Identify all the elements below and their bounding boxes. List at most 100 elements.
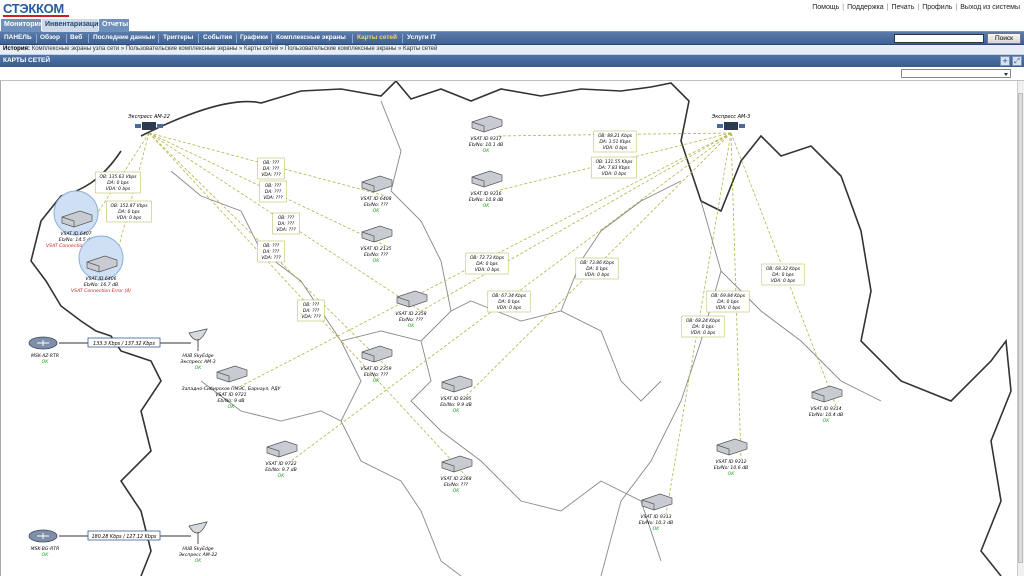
link-label: OB: 67.34 KbpsDA: 0 bpsVDA: 0 bps	[487, 290, 531, 313]
submenu-maps[interactable]: Карты сетей	[357, 34, 397, 41]
link-label-text: DA: ???	[263, 166, 280, 172]
profile-link[interactable]: Профиль	[922, 4, 952, 11]
vsat-status: OK	[453, 408, 461, 414]
vsat-label: VSAT ID 9312	[715, 459, 746, 465]
tab-reports[interactable]: Отчеты	[99, 19, 129, 32]
link-label-text: DA: 0 bps	[476, 261, 498, 267]
link-label-text: VDA: 0 bps	[602, 171, 627, 177]
support-link[interactable]: Поддержка	[847, 4, 884, 11]
map-select[interactable]	[901, 69, 1011, 78]
logout-link[interactable]: Выход из системы	[960, 4, 1020, 11]
tab-inventory[interactable]: Инвентаризация	[42, 19, 102, 32]
region-border	[30, 81, 1012, 576]
submenu-graphs[interactable]: Графики	[240, 34, 268, 41]
link-label: OB: 152.87 VbpsDA: 0 bpsVDA: 0 bps	[106, 200, 152, 223]
vsat-status: VSAT Connection Error (4)	[71, 288, 131, 294]
link-label-text: VDA: 0 bps	[603, 145, 628, 151]
link-label-text: VDA: ???	[261, 255, 281, 261]
submenu-web[interactable]: Веб	[70, 34, 82, 41]
search-button[interactable]: Поиск	[987, 33, 1021, 44]
vsat-label: Eb/No: ???	[399, 317, 423, 323]
scrollbar-thumb[interactable]	[1018, 93, 1023, 563]
submenu-events[interactable]: События	[203, 34, 232, 41]
vsat-status: OK	[728, 471, 736, 477]
link-label-text: OB: 152.87 Vbps	[111, 203, 149, 209]
tab-monitoring[interactable]: Мониторинг	[1, 19, 46, 32]
satellite-dish-icon	[188, 328, 208, 341]
modem-icon	[361, 175, 393, 193]
vsat-status: OK	[408, 323, 416, 329]
submenu-divider	[271, 34, 272, 43]
vsat-node-v2135[interactable]: VSAT ID 2135Eb/No: ???OK	[360, 225, 393, 264]
page-title: КАРТЫ СЕТЕЙ	[3, 57, 51, 64]
submenu-it-services[interactable]: Услуги IT	[407, 34, 436, 41]
vsat-status: OK	[653, 526, 661, 532]
link-label: OB: 73.86 KbpsDA: 0 bpsVDA: 0 bps	[575, 257, 619, 280]
help-link[interactable]: Помощь	[812, 4, 839, 11]
hub-dish-d-am22[interactable]: HUB SkyEdgeЭкспресс АМ-22OK	[178, 521, 217, 564]
vsat-node-v9317[interactable]: VSAT ID 9317Eb/No: 10.1 dBOK	[469, 115, 503, 154]
network-map: OB: 135.63 Vbps DA: 0 bps VDA: 0 bps OB: 15…	[0, 81, 1017, 576]
hub-dish-d-am3[interactable]: HUB SkyEdgeЭкспресс АМ-3OK	[179, 328, 216, 371]
modem-icon	[471, 115, 503, 133]
submenu-overview[interactable]: Обзор	[40, 34, 60, 41]
print-link[interactable]: Печать	[891, 4, 914, 11]
vsat-node-v9314[interactable]: VSAT ID 9314Eb/No: 10.4 dBOK	[809, 385, 843, 424]
modem-icon	[441, 455, 473, 473]
vsat-node-v9312[interactable]: VSAT ID 9312Eb/No: 10.6 dBOK	[714, 438, 748, 477]
vsat-node-v9316[interactable]: VSAT ID 9316Eb/No: 10.8 dBOK	[469, 170, 503, 209]
vsat-node-v2368[interactable]: VSAT ID 2368Eb/No: ???OK	[440, 455, 473, 494]
link-label-text: DA: 7.83 Kbps	[598, 165, 630, 171]
history-items[interactable]: Комплексные экраны узла сети » Пользоват…	[32, 46, 438, 52]
modem-icon	[471, 170, 503, 188]
brand-logo[interactable]: СТЭККОМ	[3, 1, 64, 16]
router-r-az[interactable]: MSK-AZ-RTROK	[28, 336, 59, 365]
link-label-text: DA: 0 bps	[772, 272, 794, 278]
link-label-text: DA: 0 bps	[717, 299, 739, 305]
vsat-label: Eb/No: 10.3 dB	[639, 520, 673, 526]
vsat-label: Eb/No: 10.1 dB	[469, 142, 503, 148]
vsat-label: Западно-Сибирское ПМЭС, Барнаул, РДУ	[182, 386, 282, 392]
submenu-divider	[236, 34, 237, 43]
vsat-node-v2359[interactable]: VSAT ID 2359Eb/No: ???OK	[360, 345, 393, 384]
history-label: История:	[3, 46, 31, 52]
vsat-node-v6408[interactable]: VSAT ID 6408Eb/No: ???OK	[360, 175, 393, 214]
submenu-dashboard[interactable]: ПАНЕЛЬ	[4, 34, 32, 41]
satellite-hub-am22[interactable]: Экспресс АМ-22	[127, 114, 170, 130]
link-label-text: VDA: 0 bps	[716, 305, 741, 311]
main-menu: Мониторинг Инвентаризация Отчеты	[0, 17, 1024, 32]
vsat-label: Eb/No: ???	[444, 482, 468, 488]
vsat-label: Eb/No: 9.7 dB	[265, 467, 296, 473]
link-label-text: DA: 0 bps	[498, 299, 520, 305]
link-label-text: OB: 72.73 Kbps	[470, 255, 505, 261]
link-label-text: OB: 135.63 Vbps	[100, 174, 138, 180]
vsat-label: Eb/No: 10.8 dB	[469, 197, 503, 203]
link-label: OB: ???DA: ???VDA: ???	[259, 180, 287, 203]
satellite-panel	[135, 124, 141, 128]
vsat-label: VSAT ID 9313	[640, 514, 671, 520]
search-input[interactable]	[894, 34, 984, 43]
submenu-latest-data[interactable]: Последние данные	[93, 34, 155, 41]
vsat-label: Eb/No: ???	[364, 202, 388, 208]
router-r-bg[interactable]: MSK-BG-RTROK	[28, 529, 59, 558]
modem-icon	[716, 438, 748, 456]
vertical-scrollbar[interactable]	[1017, 81, 1024, 576]
link-label-text: DA: ???	[303, 308, 320, 314]
fullscreen-icon[interactable]: ⤢	[1012, 56, 1022, 66]
satellite-panel	[717, 124, 723, 128]
submenu-triggers[interactable]: Триггеры	[163, 34, 193, 41]
vsat-label: Eb/No: 9.9 dB	[440, 402, 471, 408]
dish-label: Экспресс АМ-3	[179, 359, 216, 365]
link-label: OB: ???DA: ???VDA: ???	[297, 299, 325, 322]
router-label: MSK-AZ-RTR	[31, 353, 59, 359]
link-label: OB: ???DA: ???VDA: ???	[257, 157, 285, 180]
vsat-label: VSAT ID 9721	[215, 392, 246, 398]
link-label-text: OB: 73.86 Kbps	[580, 260, 615, 266]
submenu-screens[interactable]: Комплексные экраны	[276, 34, 346, 41]
vsat-node-v9313[interactable]: VSAT ID 9313Eb/No: 10.3 dBOK	[639, 493, 673, 532]
add-icon[interactable]: +	[1000, 56, 1010, 66]
vsat-label: VSAT ID 2135	[360, 246, 391, 252]
modem-icon	[361, 225, 393, 243]
satellite-hub-am3[interactable]: Экспресс АМ-3	[711, 114, 751, 130]
vsat-label: VSAT ID 9317	[470, 136, 501, 142]
